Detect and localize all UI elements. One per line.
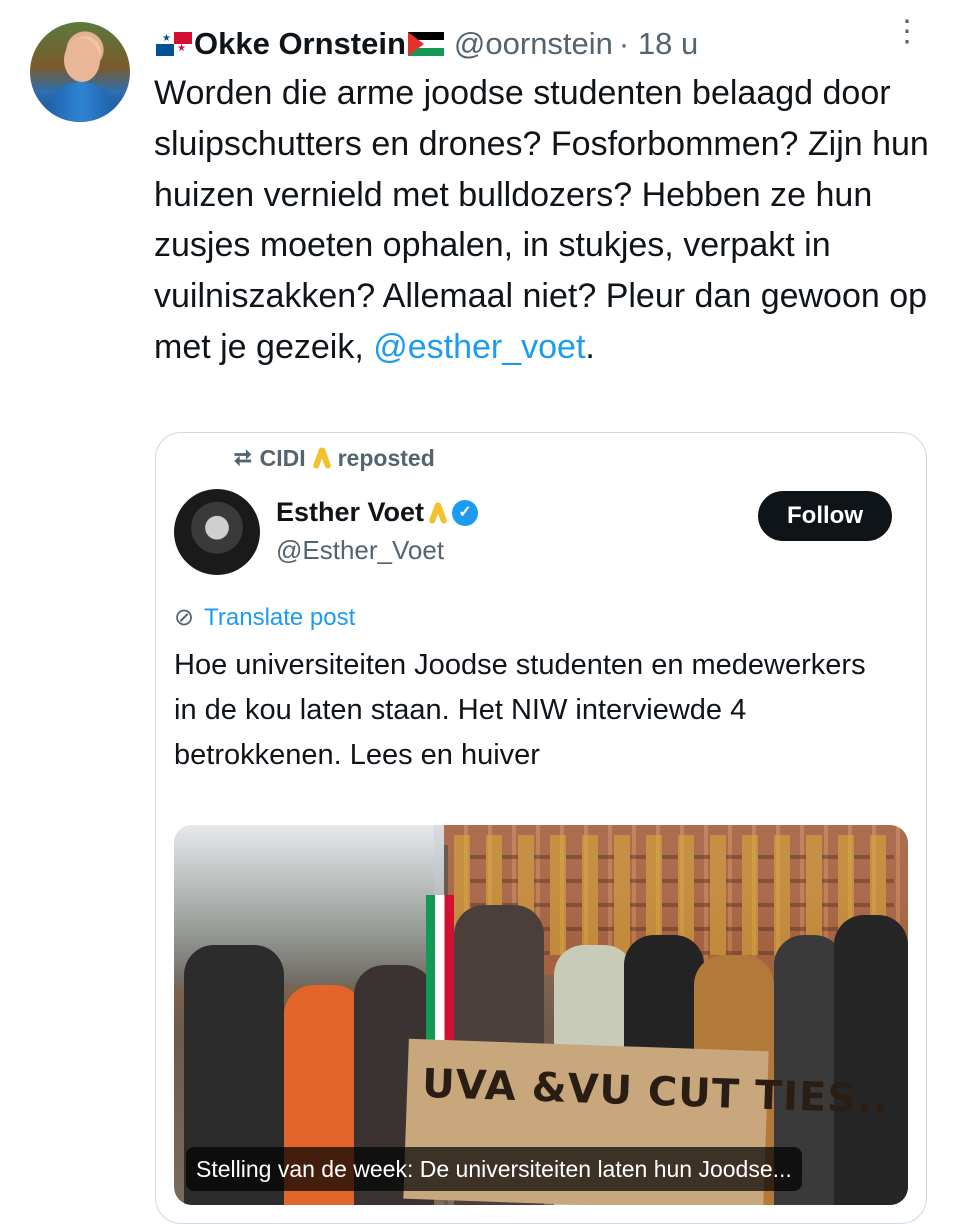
media-person [834,915,908,1205]
quoted-author-handle[interactable]: @Esther_Voet [276,535,444,566]
avatar-face [64,38,100,82]
media-caption: Stelling van de week: De universiteiten … [186,1147,802,1191]
tweet-body: Worden die arme joodse studenten belaagd… [154,68,934,373]
repost-label: reposted [337,444,435,471]
yellow-ribbon-icon [430,500,446,526]
verified-badge-icon: ✓ [452,499,479,526]
quoted-post-media[interactable]: UVA &VU CUT TIES.. Stelling van de week:… [174,825,908,1205]
author-name[interactable]: Okke Ornstein [194,26,406,62]
tweet-header: ★ ★ Okke Ornstein @oornstein · 18 u [154,24,698,64]
author-handle[interactable]: @oornstein [454,26,613,62]
yellow-ribbon-icon [314,445,330,471]
tweet-body-text: Worden die arme joodse studenten belaagd… [154,74,929,366]
quoted-author-name[interactable]: Esther Voet [276,497,424,528]
tweet-time[interactable]: · 18 u [619,26,698,62]
translate-label: Translate post [204,603,356,631]
palestine-flag-icon [407,32,444,56]
more-options-icon[interactable]: ⋮ [892,17,922,66]
quoted-author-name-row: Esther Voet ✓ [276,497,479,528]
avatar-shoulders [44,82,118,122]
repost-indicator: ⮂ CIDI reposted [234,443,435,473]
repost-icon: ⮂ [234,445,252,470]
quoted-author-avatar[interactable] [174,489,260,575]
globe-icon: ⊘ [174,604,195,631]
follow-button[interactable]: Follow [758,491,892,541]
repost-by[interactable]: CIDI [260,445,306,472]
author-avatar[interactable] [30,22,130,122]
mention-link[interactable]: @esther_voet [373,328,585,366]
panama-flag-icon: ★ ★ [156,32,192,56]
translate-post-link[interactable]: ⊘ Translate post [174,603,355,632]
tweet-body-end: . [585,327,595,366]
quoted-post-text: Hoe universiteiten Joodse studenten en m… [174,649,866,771]
quoted-post-card[interactable]: ⮂ CIDI reposted Esther Voet ✓ @Esther_Vo… [155,432,927,1224]
